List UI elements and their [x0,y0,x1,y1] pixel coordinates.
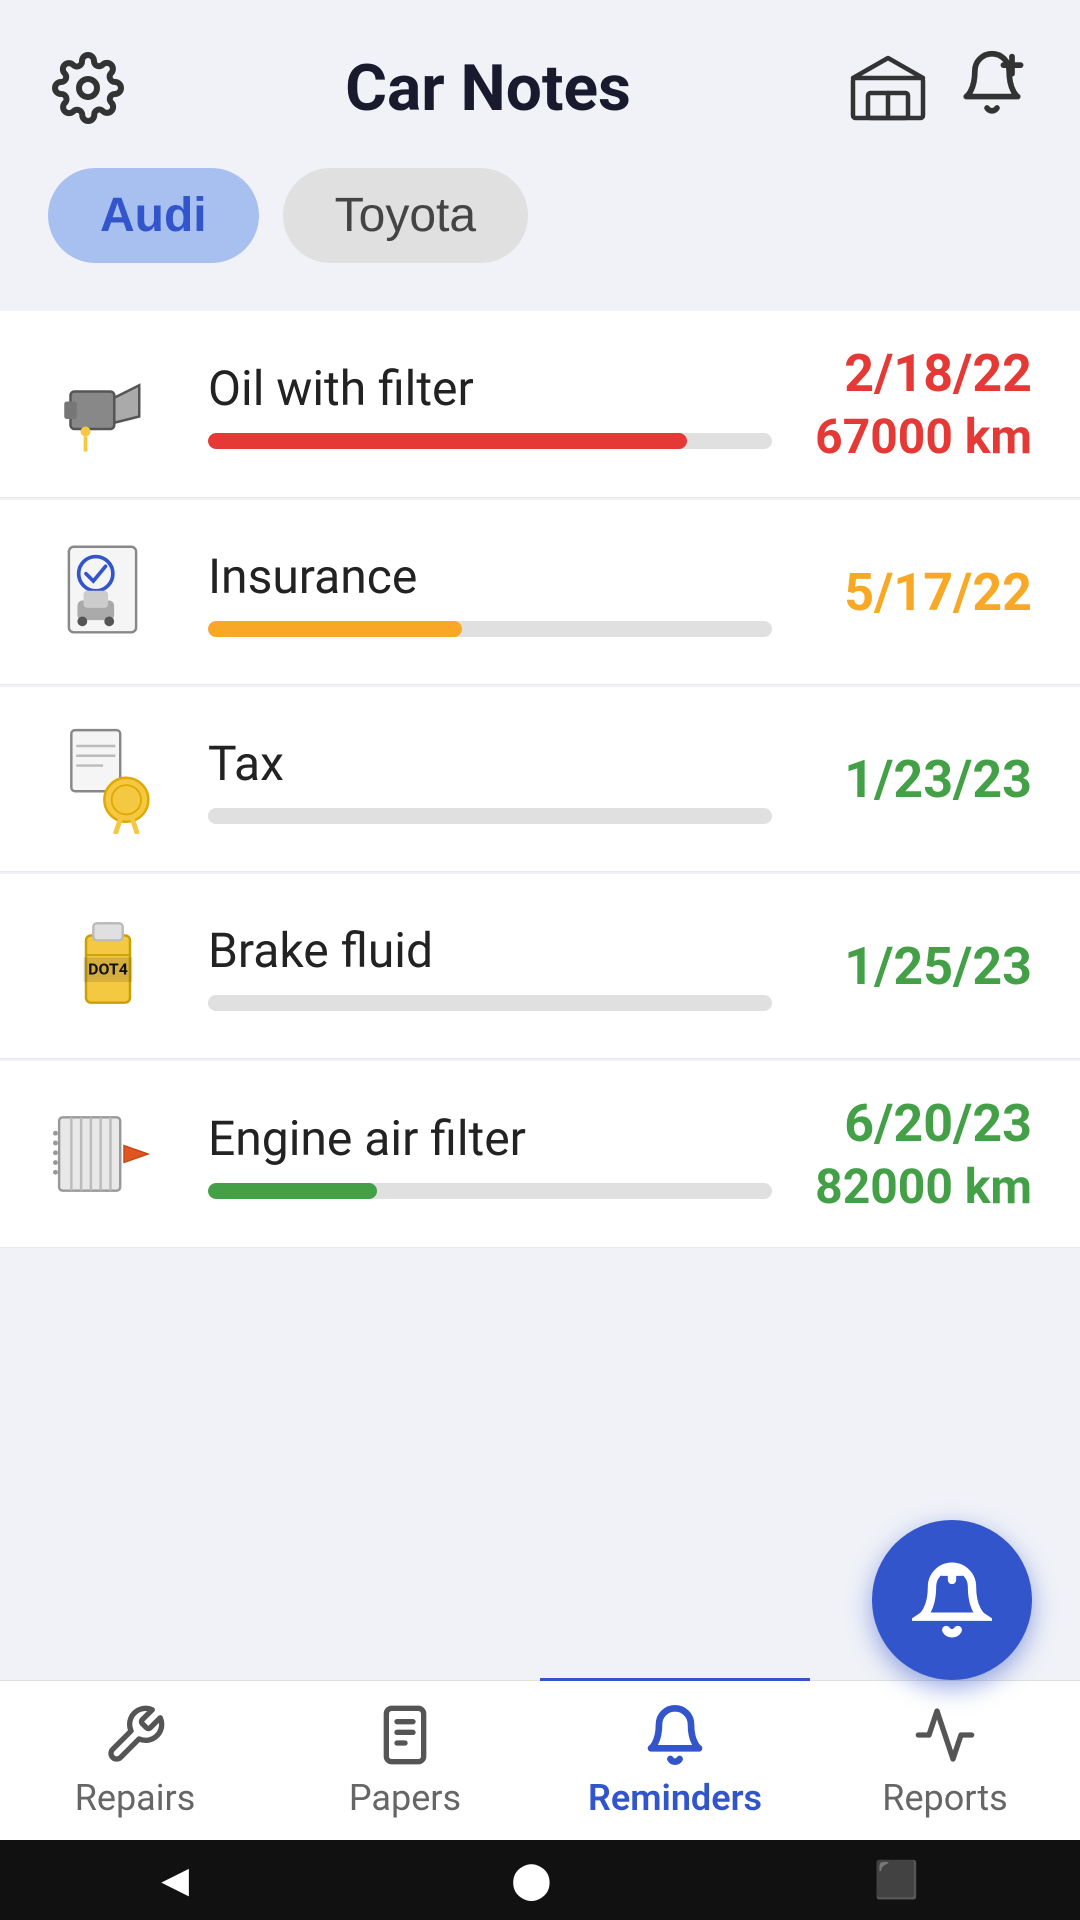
reminder-tax[interactable]: Tax 1/23/23 [0,687,1080,872]
oil-filter-name: Oil with filter [208,360,772,417]
tax-date-text: 1/23/23 [792,749,1032,810]
engine-air-filter-date-text: 6/20/23 [792,1093,1032,1154]
tax-bar-container [208,808,772,824]
brake-fluid-name: Brake fluid [208,922,772,979]
reminder-insurance[interactable]: Insurance 5/17/22 [0,500,1080,685]
car-tabs: Audi Toyota [0,152,1080,295]
repairs-label: Repairs [75,1777,196,1819]
reminder-engine-air-filter[interactable]: Engine air filter 6/20/23 82000 km [0,1061,1080,1248]
tax-name: Tax [208,735,772,792]
oil-filter-date-text: 2/18/22 [792,343,1032,404]
engine-air-filter-content: Engine air filter [208,1110,772,1199]
oil-filter-bar [208,433,687,449]
insurance-bar-container [208,621,772,637]
insurance-date-text: 5/17/22 [792,562,1032,623]
settings-button[interactable] [48,48,128,128]
tax-content: Tax [208,735,772,824]
oil-filter-icon [48,344,168,464]
insurance-content: Insurance [208,548,772,637]
reminders-icon [643,1703,707,1767]
brake-fluid-bar-container [208,995,772,1011]
reminder-brake-fluid[interactable]: DOT4 Brake fluid 1/25/23 [0,874,1080,1059]
papers-icon [373,1703,437,1767]
oil-filter-km-text: 67000 km [792,408,1032,465]
nav-repairs[interactable]: Repairs [0,1681,270,1840]
insurance-name: Insurance [208,548,772,605]
home-button[interactable]: ⬤ [511,1859,551,1901]
bottom-navigation: Repairs Papers Reminders Reports [0,1680,1080,1840]
nav-reminders[interactable]: Reminders [540,1678,810,1840]
tax-date: 1/23/23 [792,749,1032,810]
tab-toyota[interactable]: Toyota [283,168,528,263]
reports-label: Reports [882,1777,1007,1819]
nav-papers[interactable]: Papers [270,1681,540,1840]
back-button[interactable]: ◀ [161,1859,189,1901]
reminder-oil-filter[interactable]: Oil with filter 2/18/22 67000 km [0,311,1080,498]
brake-fluid-icon: DOT4 [48,906,168,1026]
insurance-bar [208,621,462,637]
engine-air-filter-name: Engine air filter [208,1110,772,1167]
engine-air-filter-km-text: 82000 km [792,1158,1032,1215]
engine-air-filter-bar-container [208,1183,772,1199]
oil-filter-bar-container [208,433,772,449]
nav-reports[interactable]: Reports [810,1681,1080,1840]
insurance-date: 5/17/22 [792,562,1032,623]
reminders-list: Oil with filter 2/18/22 67000 km [0,295,1080,1266]
brake-fluid-date: 1/25/23 [792,936,1032,997]
brake-fluid-content: Brake fluid [208,922,772,1011]
recents-button[interactable]: ⬛ [874,1859,919,1901]
svg-text:DOT4: DOT4 [88,960,128,979]
engine-air-filter-date: 6/20/23 82000 km [792,1093,1032,1215]
add-reminder-fab[interactable] [872,1520,1032,1680]
brake-fluid-date-text: 1/25/23 [792,936,1032,997]
papers-label: Papers [349,1777,461,1819]
repairs-icon [103,1703,167,1767]
oil-filter-date: 2/18/22 67000 km [792,343,1032,465]
app-header: Car Notes [0,0,1080,152]
reports-icon [913,1703,977,1767]
reminders-label: Reminders [588,1777,762,1819]
engine-air-filter-icon [48,1094,168,1214]
system-navigation: ◀ ⬤ ⬛ [0,1840,1080,1920]
header-right-icons [848,48,1032,128]
tax-icon [48,719,168,839]
engine-air-filter-bar [208,1183,377,1199]
app-title: Car Notes [128,51,848,126]
insurance-icon [48,532,168,652]
oil-filter-content: Oil with filter [208,360,772,449]
garage-button[interactable] [848,48,928,128]
add-notification-button[interactable] [952,48,1032,128]
tab-audi[interactable]: Audi [48,168,259,263]
